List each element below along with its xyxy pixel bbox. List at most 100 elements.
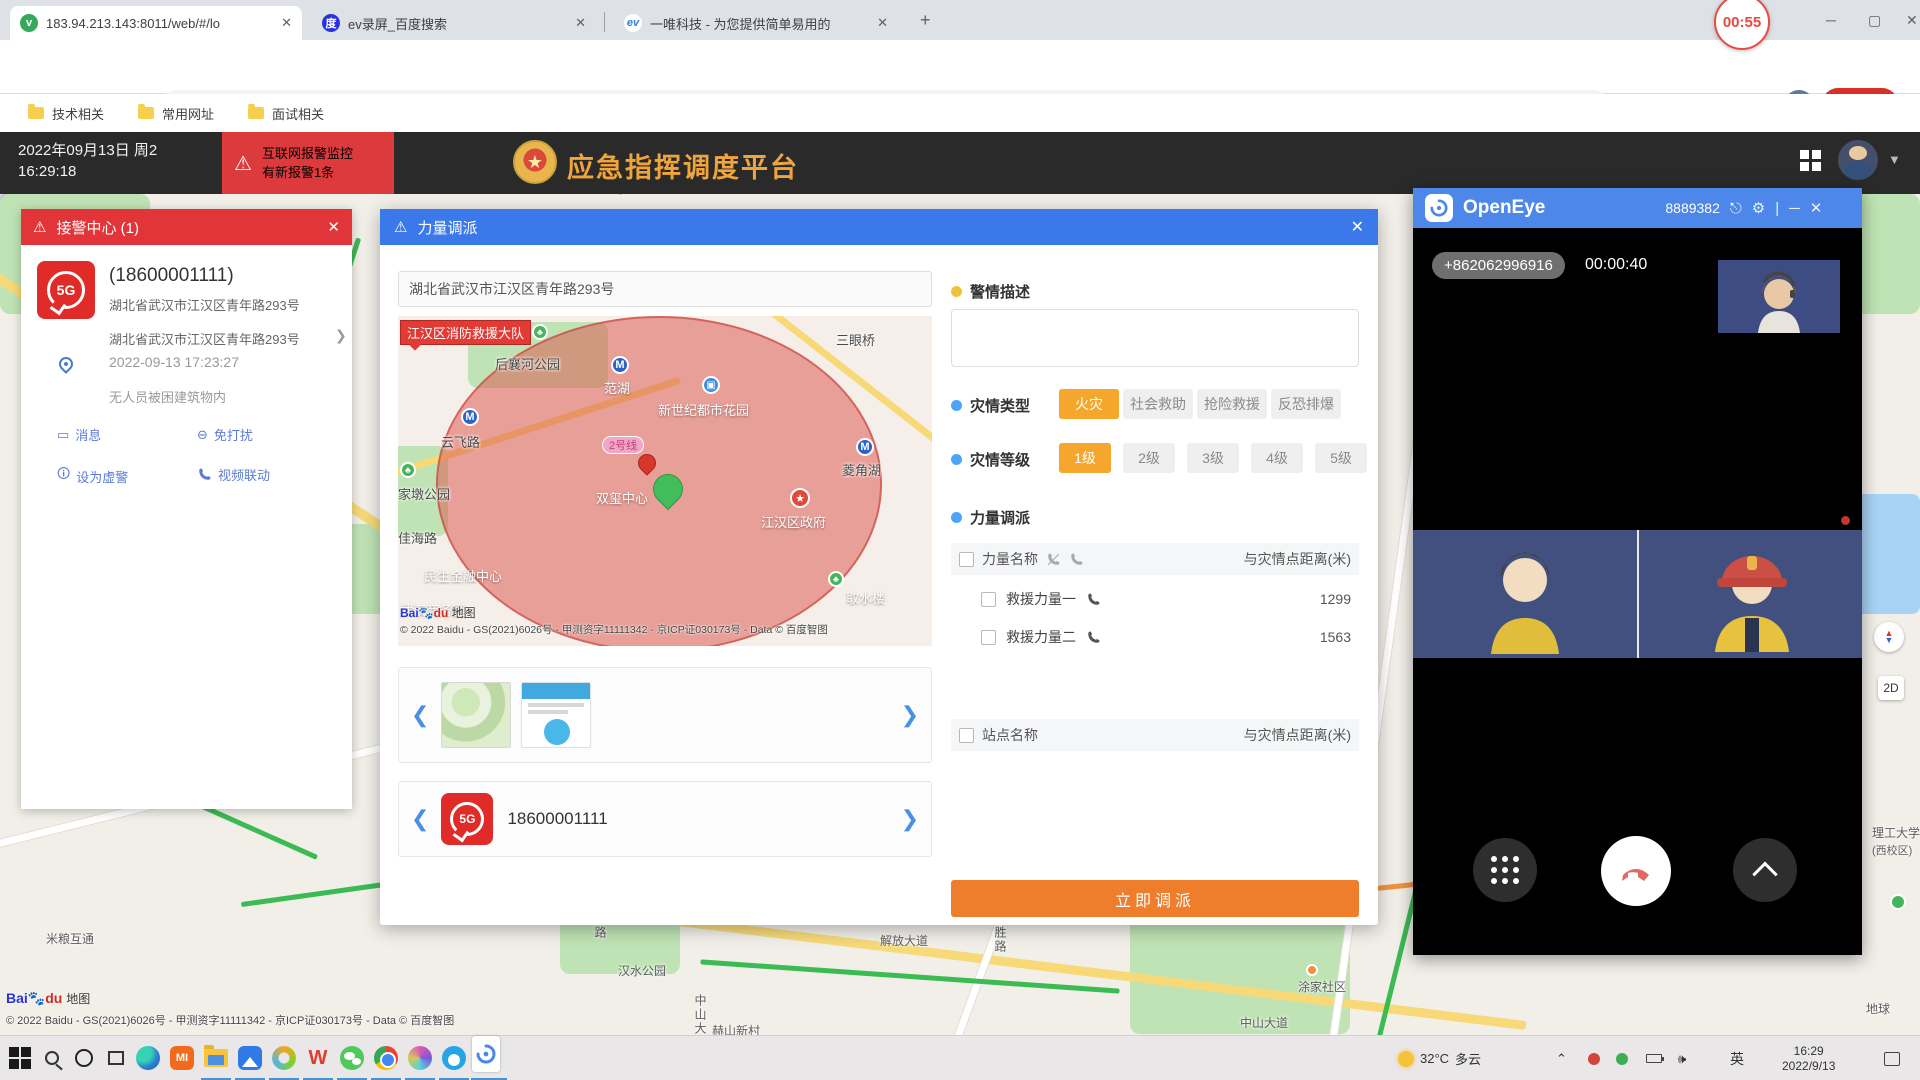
community-poi-icon	[1306, 964, 1318, 976]
window-maximize-button[interactable]: ▢	[1868, 12, 1881, 29]
ring-app-icon[interactable]	[270, 1044, 298, 1072]
battery-icon[interactable]	[1646, 1036, 1662, 1080]
level-option-3[interactable]: 3级	[1187, 443, 1239, 473]
carousel-prev-icon[interactable]: ❮	[399, 702, 441, 728]
carousel-next-icon[interactable]: ❯	[889, 702, 931, 728]
5g-call-badge: 5G	[37, 261, 95, 319]
alarm-photo-thumbnail[interactable]	[441, 682, 511, 748]
compass-icon[interactable]: ▲▼	[1874, 622, 1904, 652]
metro-station-icon: M	[856, 438, 874, 456]
mark-false-alarm-link[interactable]: 🛈设为虚警	[57, 465, 128, 487]
wps-icon[interactable]: W	[304, 1044, 332, 1072]
task-view-icon[interactable]	[102, 1044, 130, 1072]
level-option-1[interactable]: 1级	[1059, 443, 1111, 473]
level-option-5[interactable]: 5级	[1315, 443, 1367, 473]
force-row[interactable]: 救援力量二 1563	[951, 621, 1359, 653]
action-center-icon[interactable]	[1884, 1036, 1900, 1080]
do-not-disturb-link[interactable]: ⊖免打扰	[197, 425, 253, 444]
close-icon[interactable]: ✕	[327, 218, 340, 236]
xiaomi-app-icon[interactable]: MI	[168, 1044, 196, 1072]
close-icon[interactable]: ✕	[1351, 217, 1364, 237]
level-option-2[interactable]: 2级	[1123, 443, 1175, 473]
browser-tab[interactable]: 度 ev录屏_百度搜索 ✕	[312, 6, 596, 40]
type-option-social-rescue[interactable]: 社会救助	[1123, 389, 1193, 419]
input-language-indicator[interactable]: 英	[1730, 1036, 1744, 1080]
operator-video-thumbnail[interactable]	[1718, 260, 1840, 333]
openeye-titlebar[interactable]: OpenEye 8889382 ⎋ ⚙ | ─ ✕	[1413, 188, 1862, 228]
tab-close-icon[interactable]: ✕	[877, 15, 888, 31]
close-icon[interactable]: ✕	[1810, 199, 1823, 217]
carousel-prev-icon[interactable]: ❮	[399, 806, 441, 832]
level-option-4[interactable]: 4级	[1251, 443, 1303, 473]
phone-icon[interactable]	[1086, 630, 1101, 645]
type-option-fire[interactable]: 火灾	[1059, 389, 1119, 419]
window-close-button[interactable]: ✕	[1906, 12, 1918, 29]
type-option-anti-terror[interactable]: 反恐排爆	[1271, 389, 1341, 419]
tab-close-icon[interactable]: ✕	[575, 15, 586, 31]
alarm-screenshot-thumbnail[interactable]	[521, 682, 591, 748]
user-avatar[interactable]	[1838, 140, 1878, 180]
chevron-right-icon[interactable]: ❯	[335, 327, 347, 344]
export-icon[interactable]: ⎋	[1730, 200, 1742, 217]
incident-minimap[interactable]: 江汉区消防救援大队 ♣ 后襄河公园 M 范湖 ▣ 新世纪都市花园 三眼桥 M 云…	[398, 316, 932, 646]
firefighter-video-tile[interactable]	[1639, 530, 1863, 658]
clock[interactable]: 16:292022/9/13	[1782, 1036, 1835, 1080]
caller-number: 18600001111	[507, 809, 607, 829]
window-minimize-button[interactable]: ─	[1826, 12, 1836, 28]
disaster-level-label: 灾情等级	[951, 449, 1030, 470]
yellow-dot-icon	[951, 286, 962, 297]
incident-address-input[interactable]: 湖北省武汉市江汉区青年路293号	[398, 271, 932, 307]
cortana-icon[interactable]	[70, 1044, 98, 1072]
select-all-checkbox[interactable]	[959, 552, 974, 567]
minimize-icon[interactable]: ─	[1789, 200, 1800, 217]
chrome-icon[interactable]	[372, 1044, 400, 1072]
phone-icon[interactable]	[1086, 592, 1101, 607]
browser-tab[interactable]: ev 一唯科技 - 为您提供简单易用的 ✕	[614, 6, 898, 40]
participant-video-tile[interactable]	[1413, 530, 1637, 658]
force-checkbox[interactable]	[981, 592, 996, 607]
bookmark-folder[interactable]: 面试相关	[248, 104, 324, 123]
internet-alarm-alert-button[interactable]: ⚠ 互联网报警监控有新报警1条	[222, 132, 394, 194]
volume-icon[interactable]: 🕪	[1678, 1036, 1686, 1080]
dispatch-now-button[interactable]: 立即调派	[951, 880, 1359, 917]
openeye-taskbar-icon[interactable]	[472, 1040, 500, 1068]
tray-green-app-icon[interactable]	[1616, 1036, 1628, 1080]
recording-indicator	[1841, 516, 1850, 525]
wechat-icon[interactable]	[338, 1044, 366, 1072]
tray-expand-icon[interactable]: ⌃	[1556, 1036, 1567, 1080]
new-tab-button[interactable]: +	[920, 10, 931, 31]
chevron-down-icon[interactable]: ▼	[1888, 152, 1901, 167]
force-checkbox[interactable]	[981, 630, 996, 645]
tab-close-icon[interactable]: ✕	[281, 15, 292, 31]
incident-description-textarea[interactable]	[951, 309, 1359, 367]
qq-browser-icon[interactable]	[440, 1044, 468, 1072]
start-button[interactable]	[6, 1044, 34, 1072]
expand-button[interactable]	[1733, 838, 1797, 902]
message-link[interactable]: ▭消息	[57, 425, 101, 444]
bookmark-folder[interactable]: 常用网址	[138, 104, 214, 123]
bookmark-folder[interactable]: 技术相关	[28, 104, 104, 123]
select-all-checkbox[interactable]	[959, 728, 974, 743]
hangup-button[interactable]	[1601, 836, 1671, 906]
map-label: 中山大道	[1240, 1014, 1288, 1031]
browser-tab-active[interactable]: v 183.94.213.143:8011/web/#/lo ✕	[10, 6, 302, 40]
gear-icon[interactable]: ⚙	[1752, 199, 1765, 217]
video-link-link[interactable]: 视频联动	[197, 465, 270, 484]
photos-app-icon[interactable]	[236, 1044, 264, 1072]
weather-widget[interactable]: 32°C 多云	[1398, 1036, 1481, 1080]
call-duration: 00:00:40	[1585, 256, 1647, 274]
incident-address[interactable]: 湖北省武汉市江汉区青年路293号	[109, 329, 300, 348]
edge-icon[interactable]	[134, 1044, 162, 1072]
type-option-emergency-rescue[interactable]: 抢险救援	[1197, 389, 1267, 419]
2d-mode-badge[interactable]: 2D	[1878, 676, 1904, 700]
force-row[interactable]: 救援力量一 1299	[951, 583, 1359, 615]
file-explorer-icon[interactable]	[202, 1044, 230, 1072]
tray-red-app-icon[interactable]	[1588, 1036, 1600, 1080]
apps-grid-icon[interactable]	[1800, 150, 1822, 172]
dialpad-button[interactable]	[1473, 838, 1537, 902]
map-label: 中山大道	[692, 994, 709, 1035]
search-icon[interactable]	[38, 1044, 66, 1072]
carousel-next-icon[interactable]: ❯	[889, 806, 931, 832]
phone-callback-icon	[1069, 552, 1084, 567]
gallery-app-icon[interactable]	[406, 1044, 434, 1072]
